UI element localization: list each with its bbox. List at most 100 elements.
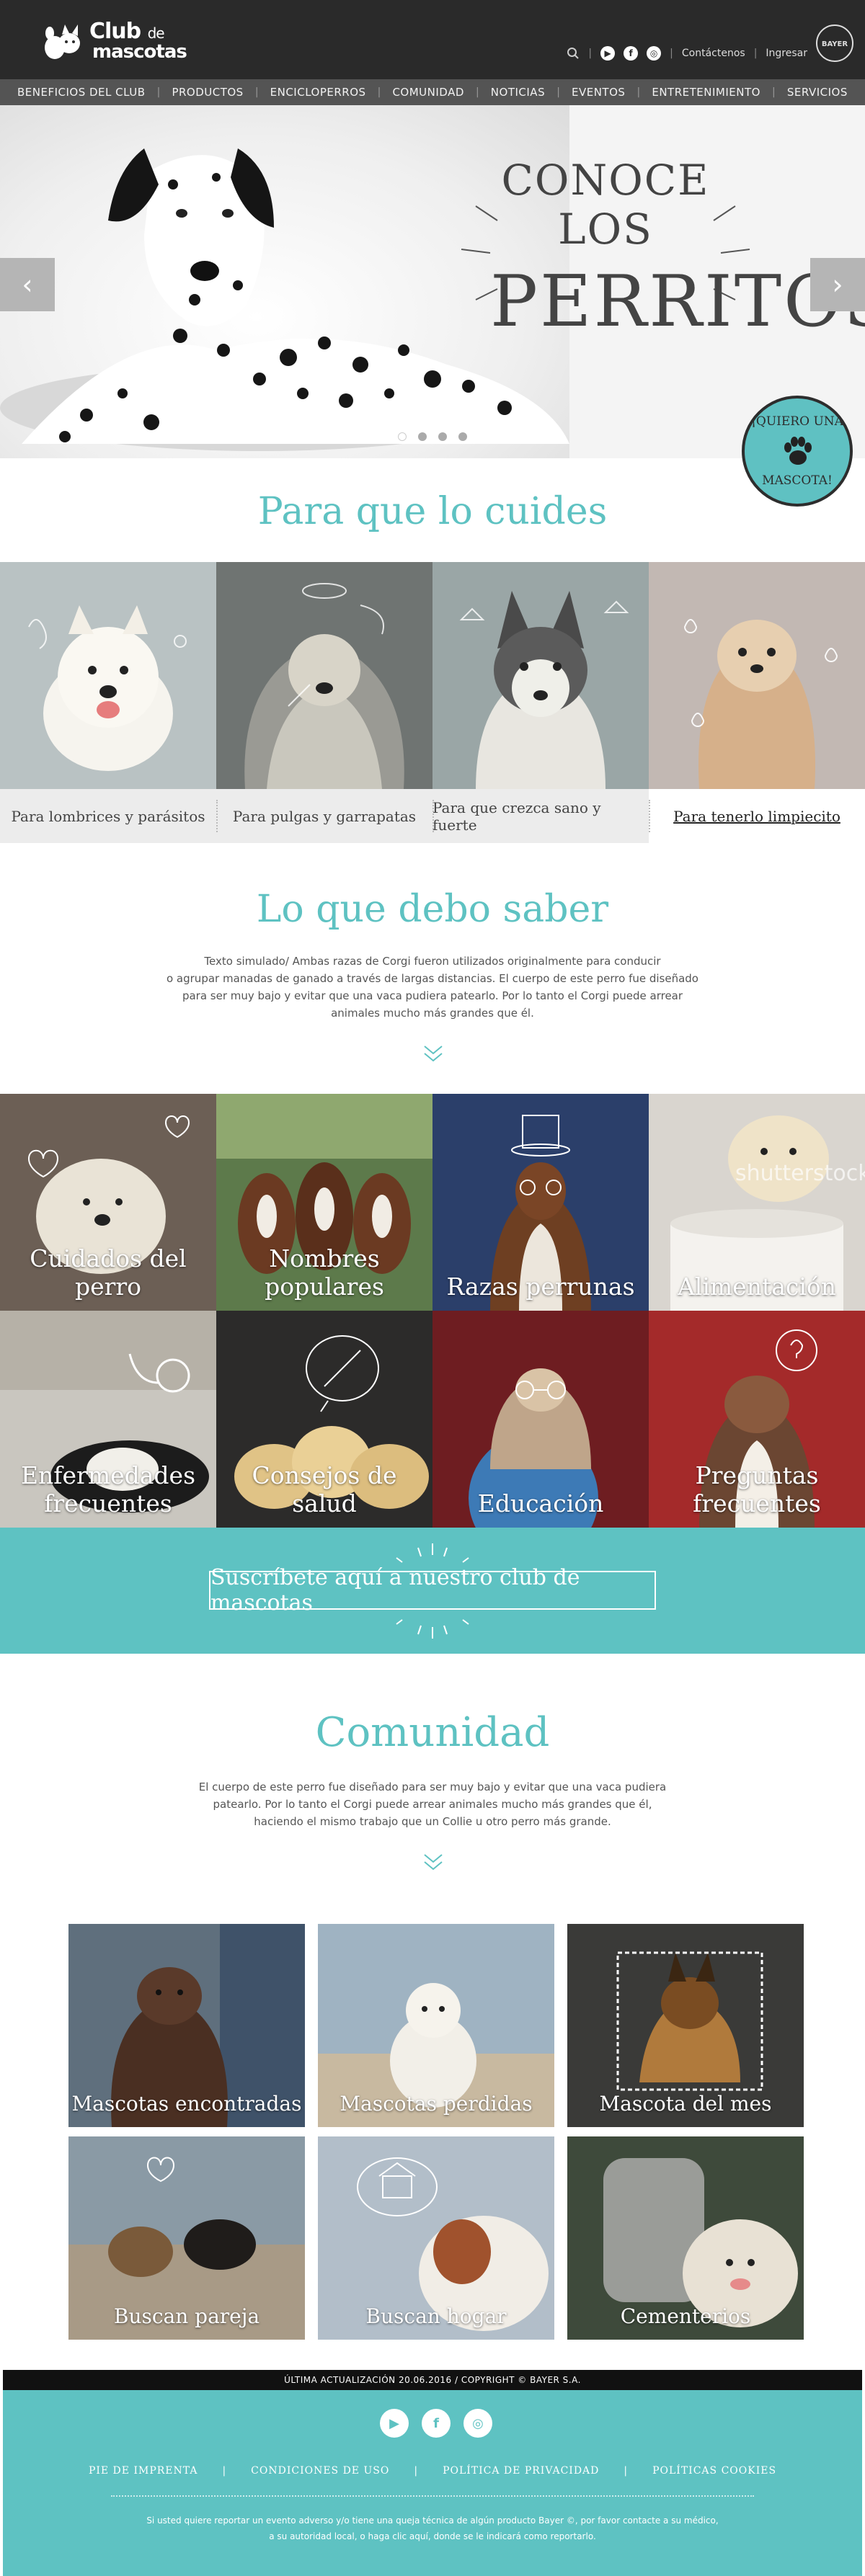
nav-item-noticias[interactable]: NOTICIAS xyxy=(491,86,545,99)
husky-photo xyxy=(432,562,649,789)
tile-education[interactable]: Educación xyxy=(432,1311,649,1528)
tile-label: Preguntas frecuentes xyxy=(693,1461,821,1517)
chevron-right-icon: › xyxy=(832,269,843,300)
badge-text-top: ¡QUIERO UNA xyxy=(751,414,843,429)
nav-separator: | xyxy=(254,86,259,98)
nav-separator: | xyxy=(556,86,560,98)
footer-note-line[interactable]: a su autoridad local, o haga clic aquí, … xyxy=(3,2528,862,2544)
care-item-fleas[interactable]: Para pulgas y garrapatas xyxy=(216,562,432,843)
know-section-title: Lo que debo saber xyxy=(256,888,609,931)
tile-feeding[interactable]: shutterstock Alimentación xyxy=(649,1094,865,1311)
bayer-logo[interactable]: BAYER xyxy=(816,24,853,62)
slider-dot[interactable] xyxy=(458,432,467,441)
care-item-growth[interactable]: Para que crezca sano y fuerte xyxy=(432,562,649,843)
slider-prev-button[interactable]: ‹ xyxy=(0,258,55,311)
care-item-clean[interactable]: Para tenerlo limpiecito xyxy=(649,562,865,843)
hero-title: CONOCE LOS PERRITOS xyxy=(490,156,865,343)
nav-separator: | xyxy=(475,86,479,98)
youtube-icon[interactable]: ▶ xyxy=(380,2409,409,2438)
bayer-logo-horizontal: BAYER xyxy=(821,40,848,48)
footer-separator: | xyxy=(414,2465,419,2477)
text-line: El cuerpo de este perro fue diseñado par… xyxy=(198,1781,667,1793)
slider-dot[interactable] xyxy=(398,432,407,441)
chevron-down-icon[interactable] xyxy=(422,1043,444,1064)
nav-item-servicios[interactable]: SERVICIOS xyxy=(787,86,848,99)
text-line: Texto simulado/ Ambas razas de Corgi fue… xyxy=(204,955,661,968)
tile-popular-names[interactable]: Nombres populares xyxy=(216,1094,432,1311)
paw-icon xyxy=(784,437,812,465)
separator: | xyxy=(670,48,673,59)
text-line: para ser muy bajo y evitar que una vaca … xyxy=(182,989,683,1002)
care-section-title: Para que lo cuides xyxy=(257,490,608,533)
nav-item-enciclopedia[interactable]: ENCICLOPERROS xyxy=(270,86,366,99)
tile-health-tips[interactable]: Consejos de salud xyxy=(216,1311,432,1528)
slider-dots xyxy=(398,432,467,441)
instagram-icon[interactable]: ◎ xyxy=(463,2409,492,2438)
login-link[interactable]: Ingresar xyxy=(766,48,807,59)
footer-link-imprint[interactable]: PIE DE IMPRENTA xyxy=(89,2465,198,2477)
tile-label: Enfermedades frecuentes xyxy=(20,1461,196,1517)
text-line: animales mucho más grandes que él. xyxy=(331,1007,534,1020)
footer-link-privacy[interactable]: POLÍTICA DE PRIVACIDAD xyxy=(443,2465,599,2477)
hero-title-line1: CONOCE LOS xyxy=(501,156,710,254)
care-item-worms[interactable]: Para lombrices y parásitos xyxy=(0,562,216,843)
facebook-icon[interactable]: f xyxy=(422,2409,451,2438)
hero-slider: CONOCE LOS PERRITOS ‹ › xyxy=(0,105,865,458)
tile-label: Mascotas encontradas xyxy=(71,2092,302,2116)
contact-link[interactable]: Contáctenos xyxy=(682,48,745,59)
tile-label: Cementerios xyxy=(620,2304,751,2328)
community-tile-looking-partner[interactable]: Buscan pareja xyxy=(68,2136,305,2340)
chevron-left-icon: ‹ xyxy=(22,269,33,300)
community-tile-found-pets[interactable]: Mascotas encontradas xyxy=(68,1924,305,2127)
slider-dot[interactable] xyxy=(418,432,427,441)
tile-frequent-diseases[interactable]: Enfermedades frecuentes xyxy=(0,1311,216,1528)
tile-dog-care[interactable]: Cuidados del perro xyxy=(0,1094,216,1311)
nav-separator: | xyxy=(377,86,381,98)
subscribe-button[interactable]: Suscríbete aquí a nuestro club de mascot… xyxy=(209,1565,656,1615)
nav-item-productos[interactable]: PRODUCTOS xyxy=(172,86,243,99)
footer-note-line: Si usted quiere reportar un evento adver… xyxy=(146,2515,719,2526)
tile-faq[interactable]: Preguntas frecuentes xyxy=(649,1311,865,1528)
sparkle-lines-bottom xyxy=(396,1619,469,1639)
separator: | xyxy=(588,48,593,59)
slider-next-button[interactable]: › xyxy=(810,258,865,311)
instagram-icon[interactable]: ◎ xyxy=(647,46,662,61)
tile-label: Cuidados del perro xyxy=(30,1244,187,1301)
youtube-icon[interactable]: ▶ xyxy=(600,46,616,61)
tile-label: Mascota del mes xyxy=(599,2092,772,2116)
nav-item-eventos[interactable]: EVENTOS xyxy=(572,86,625,99)
chevron-down-icon[interactable] xyxy=(422,1852,444,1872)
footer-link-terms[interactable]: CONDICIONES DE USO xyxy=(251,2465,389,2477)
search-icon[interactable] xyxy=(567,47,580,60)
subscribe-banner: Suscríbete aquí a nuestro club de mascot… xyxy=(0,1528,865,1654)
nav-item-entretenimiento[interactable]: ENTRETENIMIENTO xyxy=(652,86,760,99)
facebook-icon[interactable]: f xyxy=(624,46,639,61)
site-footer: ▶ f ◎ PIE DE IMPRENTA | CONDICIONES DE U… xyxy=(3,2390,862,2576)
community-tile-lost-pets[interactable]: Mascotas perdidas xyxy=(318,1924,554,2127)
care-item-label: Para que crezca sano y fuerte xyxy=(432,789,649,843)
care-divider xyxy=(649,800,650,832)
club-logo[interactable]: Club de mascotas xyxy=(40,17,187,65)
separator: | xyxy=(753,48,758,59)
shih-tzu-photo xyxy=(649,562,865,789)
nav-item-comunidad[interactable]: COMUNIDAD xyxy=(392,86,463,99)
nav-separator: | xyxy=(772,86,776,98)
community-tile-cemeteries[interactable]: Cementerios xyxy=(567,2136,804,2340)
nav-item-beneficios[interactable]: BENEFICIOS DEL CLUB xyxy=(17,86,146,99)
logo-word-de: de xyxy=(147,24,165,42)
watermark-text: shutterstock xyxy=(735,1161,865,1186)
care-item-label: Para pulgas y garrapatas xyxy=(216,789,432,843)
community-section-title: Comunidad xyxy=(315,1709,550,1756)
care-item-label-active: Para tenerlo limpiecito xyxy=(649,789,865,843)
tile-breeds[interactable]: Razas perrunas xyxy=(432,1094,649,1311)
slider-dot[interactable] xyxy=(438,432,447,441)
care-item-label: Para lombrices y parásitos xyxy=(0,789,216,843)
hero-title-line2: PERRITOS xyxy=(490,261,865,343)
footer-link-cookies[interactable]: POLÍTICAS COOKIES xyxy=(652,2465,776,2477)
community-tile-pet-of-month[interactable]: Mascota del mes xyxy=(567,1924,804,2127)
tile-label: Consejos de salud xyxy=(252,1461,397,1517)
logo-word-club: Club xyxy=(89,19,141,44)
care-strip: Para lombrices y parásitos Para pulgas y… xyxy=(0,562,865,843)
community-tile-looking-home[interactable]: Buscan hogar xyxy=(318,2136,554,2340)
tile-label: Nombres populares xyxy=(265,1244,384,1301)
